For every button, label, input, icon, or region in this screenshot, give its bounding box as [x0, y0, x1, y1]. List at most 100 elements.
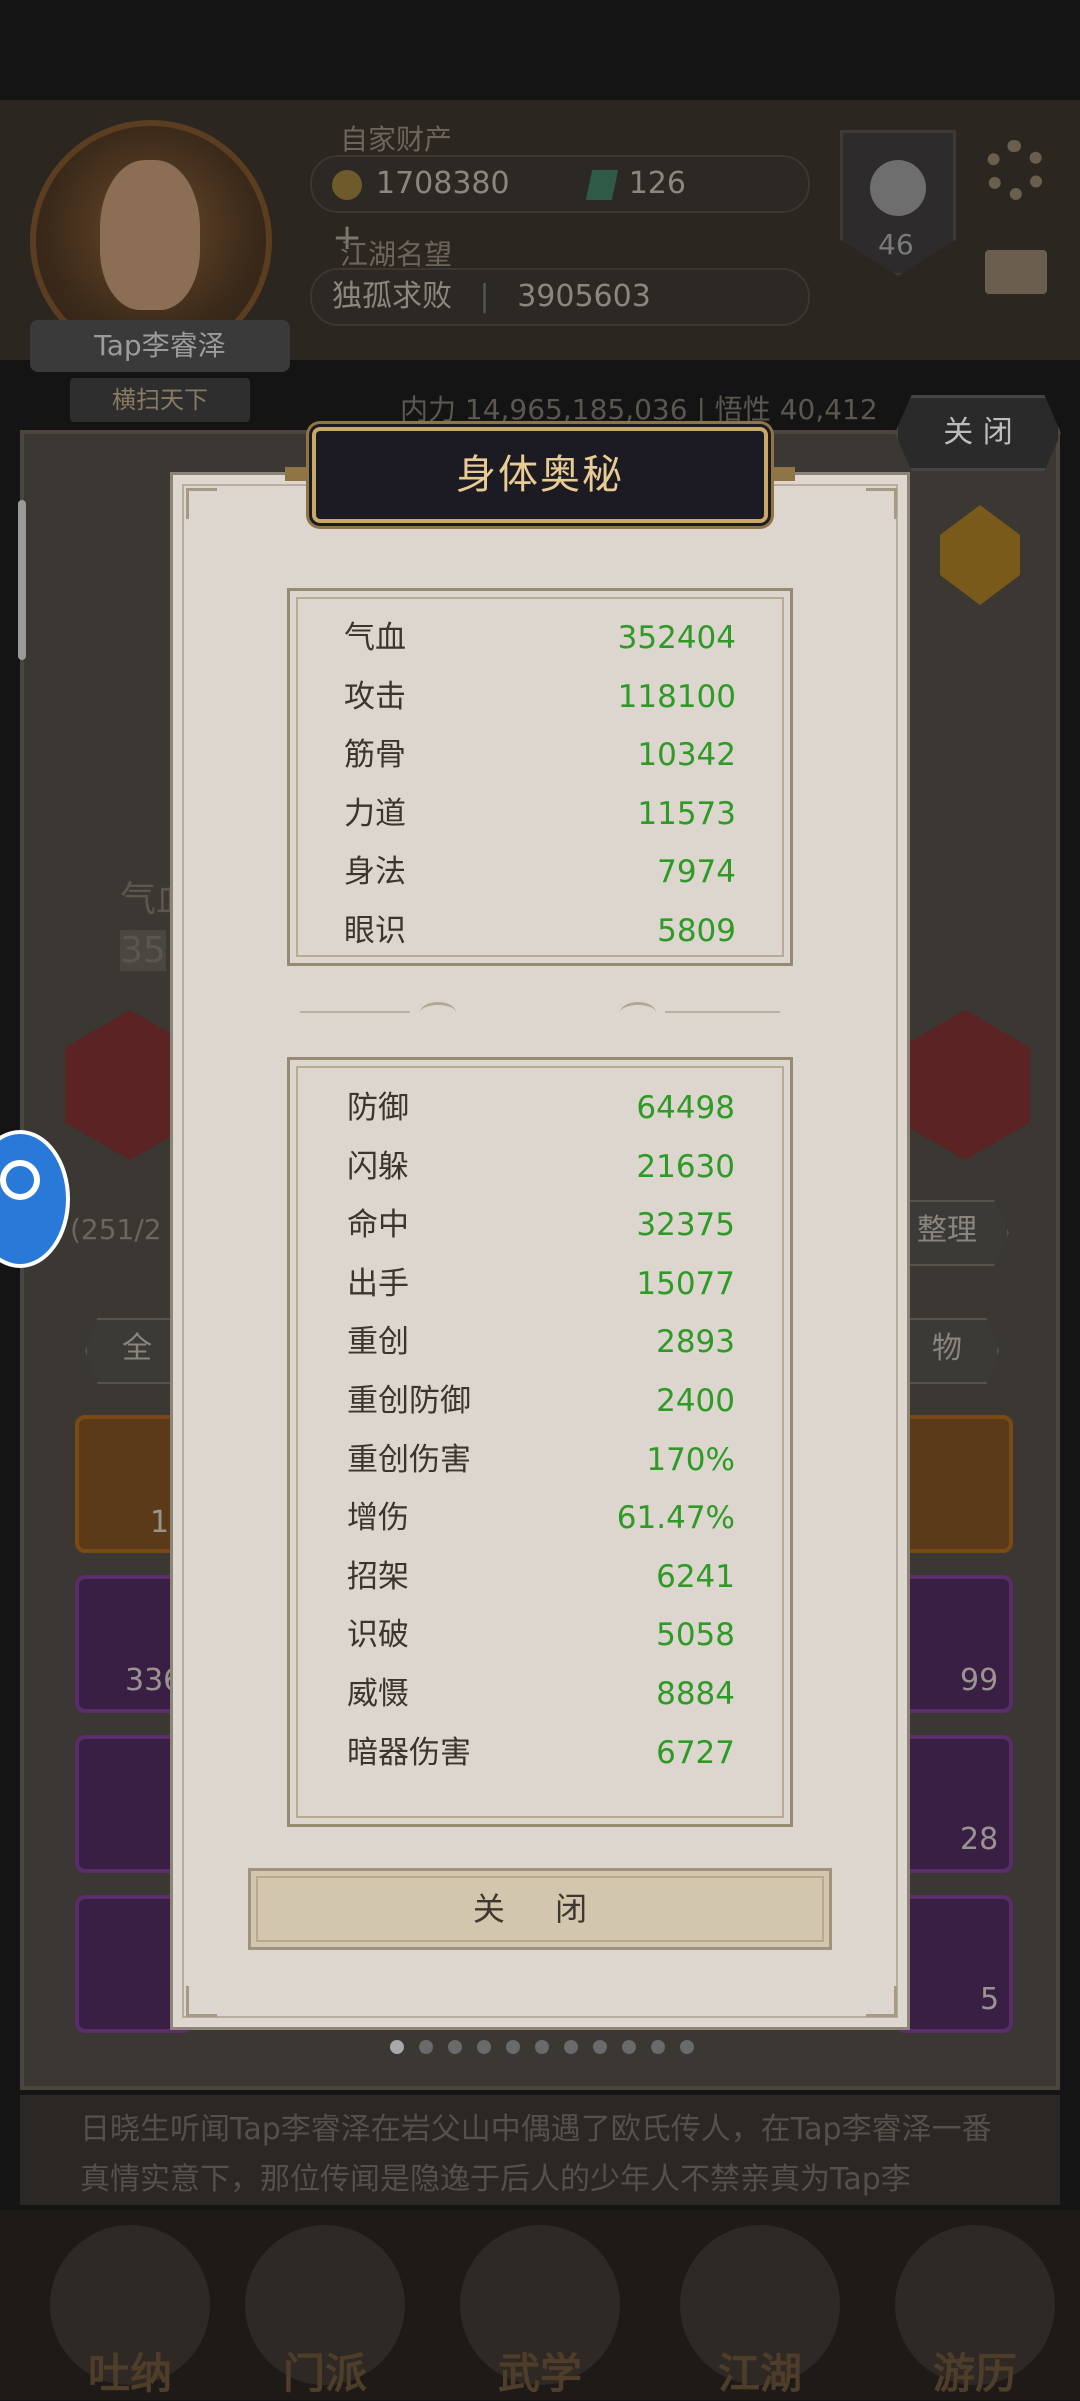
close-button[interactable]: 关 闭 — [248, 1868, 832, 1950]
player-rank-title: 横扫天下 — [70, 378, 250, 422]
primary-stats-panel: 气血 352404 攻击 118100 筋骨 10342 力道 11573 身法 7974 眼识 58… — [287, 588, 793, 966]
divider-line-right — [665, 1011, 780, 1013]
stat-label: 眼识 — [344, 913, 406, 949]
stat-value: 21630 — [636, 1148, 735, 1185]
secondary-stats-scroll[interactable]: 防御 64498 闪躲 21630 命中 32375 出手 15077 重创 2893 重创防御 24… — [293, 1063, 789, 1793]
assets-label: 自家财产 — [340, 123, 453, 156]
corner-ornament-icon — [866, 1986, 897, 2017]
inventory-slot[interactable] — [895, 1415, 1013, 1553]
stat-row: 眼识 5809 — [290, 902, 790, 960]
yin-yang-icon — [870, 160, 926, 216]
power-stats-line: 内力 14,965,185,036 | 悟性 40,412 — [400, 393, 878, 426]
page-dot — [680, 2040, 694, 2054]
player-name: Tap李睿泽 — [30, 320, 290, 372]
stat-value: 10342 — [637, 737, 736, 774]
stat-value: 352404 — [617, 620, 736, 656]
search-icon — [0, 1160, 40, 1200]
stat-value: 5809 — [657, 913, 736, 949]
dialog-title: 身体奥秘 — [312, 427, 768, 523]
ticket-icon — [585, 169, 618, 200]
page-dot — [477, 2040, 491, 2054]
mail-icon[interactable] — [985, 250, 1047, 294]
stat-row: 闪躲 21630 — [293, 1138, 789, 1196]
secondary-stats-panel[interactable]: 防御 64498 闪躲 21630 命中 32375 出手 15077 重创 2893 重创防御 24… — [287, 1057, 793, 1827]
hp-value-partial: 35 — [120, 930, 166, 971]
stat-value: 32375 — [636, 1207, 735, 1244]
stat-value: 6727 — [656, 1734, 735, 1771]
stat-value: 7.8% — [656, 1782, 735, 1793]
stat-label: 暗器伤害 — [347, 1734, 471, 1771]
stat-row: 破骨概率 7.8% — [293, 1782, 789, 1793]
stat-label: 攻击 — [344, 678, 406, 715]
title-ornament-icon — [285, 467, 315, 481]
stat-label: 出手 — [347, 1265, 409, 1302]
page-dot — [651, 2040, 665, 2054]
stat-row: 重创伤害 170% — [293, 1431, 789, 1489]
stat-row: 增伤 61.47% — [293, 1489, 789, 1547]
stat-label: 重创 — [347, 1324, 409, 1361]
stat-row: 攻击 118100 — [290, 668, 790, 726]
currency-bar: 1708380 126 + — [310, 155, 810, 258]
stat-value: 7974 — [657, 854, 736, 891]
stat-value: 2400 — [656, 1383, 735, 1419]
avatar-portrait — [100, 160, 200, 310]
nav-martial-label[interactable]: 武学 — [440, 2340, 640, 2401]
divider-line-left — [300, 1011, 410, 1013]
page-dot — [390, 2040, 404, 2054]
corner-ornament-icon — [186, 488, 217, 519]
stat-row: 防御 64498 — [293, 1079, 789, 1137]
ticket-amount: 126 — [628, 166, 686, 201]
nav-breathe-label[interactable]: 吐纳 — [30, 2340, 230, 2401]
nav-jianghu-label[interactable]: 江湖 — [660, 2340, 860, 2401]
reputation-bar: 独孤求败 | 3905603 — [310, 268, 810, 326]
stat-row: 身法 7974 — [290, 843, 790, 901]
stat-value: 64498 — [636, 1090, 735, 1126]
stat-label: 重创伤害 — [347, 1441, 471, 1478]
stat-row: 气血 352404 — [290, 609, 790, 667]
gold-amount: 1708380 — [376, 166, 510, 201]
stat-row: 重创防御 2400 — [293, 1372, 789, 1430]
filter-items-tab[interactable]: 物 — [895, 1318, 999, 1384]
stat-label: 身法 — [344, 854, 406, 891]
stat-label: 识破 — [347, 1617, 409, 1654]
nav-travel-label[interactable]: 游历 — [875, 2340, 1075, 2401]
background-close-button[interactable]: 关 闭 — [895, 395, 1061, 471]
stat-row: 出手 15077 — [293, 1255, 789, 1313]
stat-value: 6241 — [656, 1558, 735, 1595]
stat-value: 15077 — [636, 1265, 735, 1302]
reputation-title: 独孤求败 — [332, 279, 452, 314]
stat-label: 闪躲 — [347, 1148, 409, 1185]
slot-count: 99 — [960, 1663, 999, 1698]
stat-row: 命中 32375 — [293, 1196, 789, 1254]
stat-label: 力道 — [344, 795, 406, 832]
stat-row: 威慑 8884 — [293, 1665, 789, 1723]
gold-coin-icon — [332, 169, 362, 200]
stat-row: 招架 6241 — [293, 1548, 789, 1606]
level-value: 46 — [878, 228, 914, 261]
stat-label: 筋骨 — [344, 737, 406, 774]
nav-sect-label[interactable]: 门派 — [225, 2340, 425, 2401]
page-dot — [564, 2040, 578, 2054]
corner-ornament-icon — [866, 488, 897, 519]
stat-label: 重创防御 — [347, 1383, 471, 1419]
stat-value: 61.47% — [616, 1500, 735, 1537]
slot-count: 28 — [960, 1822, 999, 1857]
stat-label: 命中 — [347, 1207, 409, 1244]
divider-ornament-icon — [620, 1002, 656, 1023]
settings-gear-icon[interactable] — [985, 140, 1045, 200]
stat-label: 防御 — [347, 1090, 409, 1126]
stat-row: 力道 11573 — [290, 785, 790, 843]
scroll-indicator[interactable] — [18, 500, 26, 660]
page-dot — [535, 2040, 549, 2054]
inventory-count: (251/2 — [70, 1213, 162, 1246]
divider-ornament-icon — [420, 1002, 456, 1023]
slot-count: 5 — [980, 1982, 1000, 2017]
corner-ornament-icon — [186, 1986, 217, 2017]
stat-value: 2893 — [656, 1324, 735, 1361]
page-dot — [419, 2040, 433, 2054]
stat-value: 170% — [646, 1441, 735, 1478]
stat-label: 招架 — [347, 1558, 409, 1595]
page-dot — [448, 2040, 462, 2054]
title-ornament-icon — [765, 467, 795, 481]
stat-value: 5058 — [656, 1617, 735, 1654]
